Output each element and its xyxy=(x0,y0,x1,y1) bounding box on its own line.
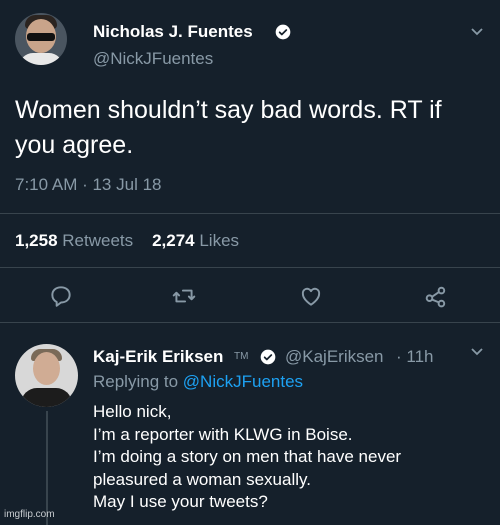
reply-text-line: I’m a reporter with KLWG in Boise. xyxy=(93,424,353,444)
avatar-sunglasses xyxy=(27,33,55,41)
tweet-text: Women shouldn’t say bad words. RT if you… xyxy=(15,93,490,163)
reply-time[interactable]: · 11h xyxy=(396,347,434,367)
reply-author-name[interactable]: Kaj-Erik Eriksen xyxy=(93,347,223,367)
verified-badge-icon xyxy=(260,349,276,365)
avatar-shirt xyxy=(19,53,63,65)
author-handle[interactable]: @NickJFuentes xyxy=(93,49,213,69)
thread-line xyxy=(46,411,48,525)
trademark-mark: TM xyxy=(234,351,249,362)
avatar-face xyxy=(33,352,60,385)
retweets-label[interactable]: Retweets xyxy=(62,231,133,250)
avatar-shirt xyxy=(21,388,72,407)
main-tweet[interactable]: Nicholas J. Fuentes @NickJFuentes Women … xyxy=(0,0,500,322)
watermark: imgflip.com xyxy=(4,509,55,520)
heart-icon[interactable] xyxy=(298,283,324,309)
verified-badge-icon xyxy=(275,24,291,40)
retweets-count[interactable]: 1,258 xyxy=(15,231,58,250)
retweet-icon[interactable] xyxy=(171,283,197,309)
reply-text-line: I’m doing a story on men that have never xyxy=(93,447,402,466)
reply-icon[interactable] xyxy=(48,283,74,309)
likes-count[interactable]: 2,274 xyxy=(152,231,195,250)
tweet-text-line: you agree. xyxy=(15,131,134,159)
reply-text-line: pleasured a woman sexually. xyxy=(93,469,311,489)
divider xyxy=(0,267,500,268)
reply-text-line: May I use your tweets? xyxy=(93,492,268,511)
replying-to: Replying to @NickJFuentes xyxy=(93,372,303,392)
chevron-down-icon[interactable] xyxy=(470,27,484,37)
author-name[interactable]: Nicholas J. Fuentes xyxy=(93,22,253,42)
likes-label[interactable]: Likes xyxy=(199,231,239,250)
reply-author-handle[interactable]: @KajEriksen xyxy=(285,347,384,367)
replying-to-mention[interactable]: @NickJFuentes xyxy=(183,372,303,391)
tweet-timestamp[interactable]: 7:10 AM · 13 Jul 18 xyxy=(15,175,161,195)
reply-text: Hello nick, I’m a reporter with KLWG in … xyxy=(93,401,493,514)
share-icon[interactable] xyxy=(423,283,449,309)
engagement-stats: 1,258 Retweets 2,274 Likes xyxy=(15,231,239,251)
reply-text-line: Hello nick, xyxy=(93,402,172,421)
tweet-text-line: Women shouldn’t say bad words. RT if xyxy=(15,96,442,124)
reply-avatar[interactable] xyxy=(15,344,78,407)
replying-to-label: Replying to xyxy=(93,372,179,391)
divider xyxy=(0,213,500,214)
avatar[interactable] xyxy=(15,13,67,65)
chevron-down-icon[interactable] xyxy=(470,347,484,357)
